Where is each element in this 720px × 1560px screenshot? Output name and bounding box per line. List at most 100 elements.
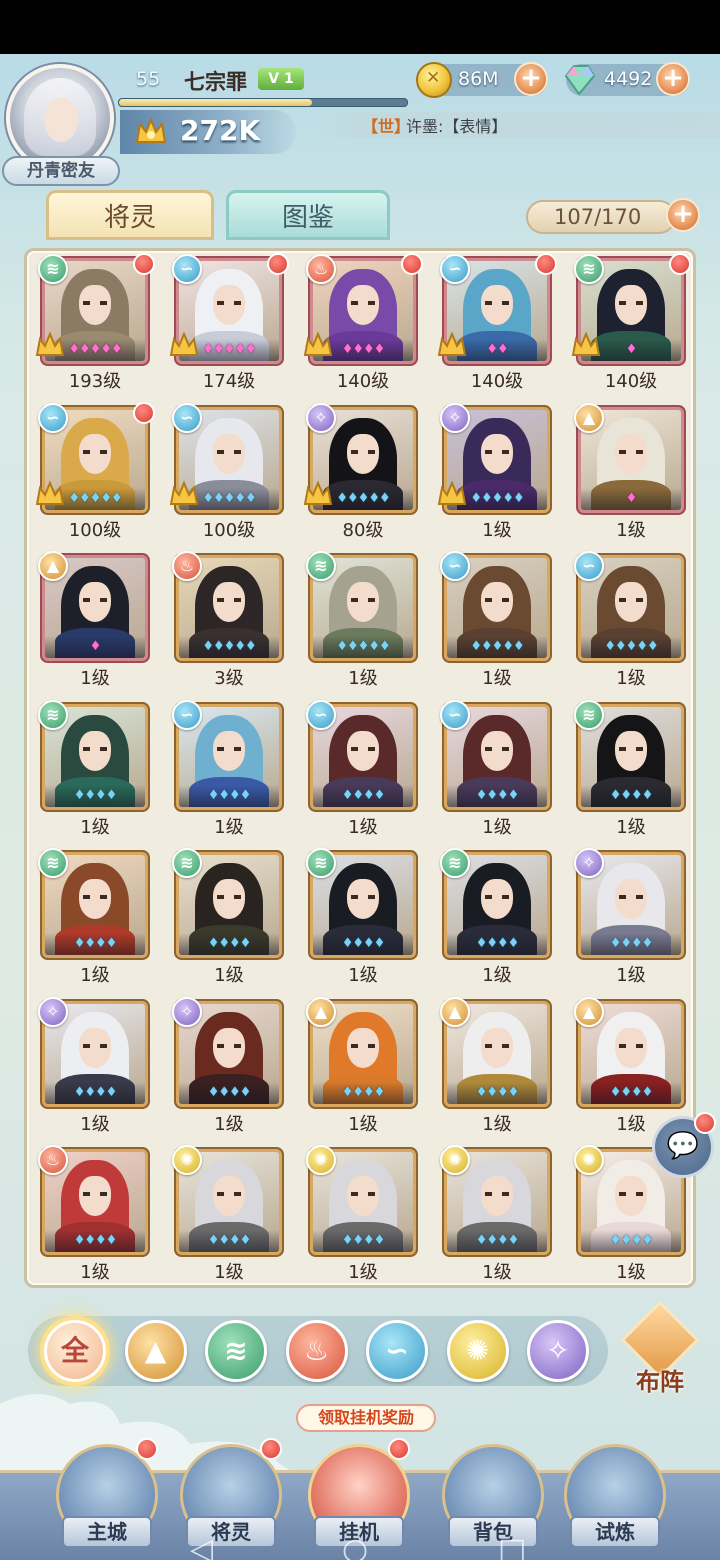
wind-element-icon: ≋: [574, 699, 604, 730]
hero-level: 1级: [482, 1262, 512, 1283]
hero-card[interactable]: ♦♦♦♦♦ ∽ 1级: [574, 551, 683, 694]
hero-card[interactable]: ♦♦♦♦ ≋ 1级: [172, 848, 281, 991]
hero-card[interactable]: ♦♦♦♦♦ ✧ 1级: [437, 402, 549, 546]
hero-card[interactable]: ♦♦♦♦ ♨ 140级: [303, 253, 423, 397]
add-gem-button[interactable]: +: [656, 62, 690, 96]
filter-mountain-button[interactable]: ▲: [124, 1320, 187, 1382]
hero-card[interactable]: ♦♦♦♦ ≋ 1级: [306, 848, 415, 991]
hero-card[interactable]: ♦♦♦♦♦ ∽ 100级: [35, 401, 155, 546]
notification-dot: [136, 1438, 158, 1460]
notification-dot: [133, 401, 155, 424]
filter-all-button[interactable]: 全: [44, 1320, 106, 1382]
hero-level: 1级: [616, 519, 646, 541]
hero-card[interactable]: ♦♦♦♦♦ ♨ 3级: [172, 551, 281, 694]
filter-water-button[interactable]: ∽: [366, 1320, 428, 1382]
hero-card[interactable]: ♦♦♦♦ ∽ 1级: [172, 699, 281, 843]
tab-codex[interactable]: 图鉴: [226, 190, 390, 240]
gem-icon: [564, 65, 596, 96]
filter-dark-button[interactable]: ✧: [527, 1320, 589, 1382]
notification-dot: [669, 253, 691, 275]
nav-city[interactable]: 主城: [52, 1434, 162, 1560]
hero-card[interactable]: ♦♦♦♦ ≋ 1级: [38, 699, 147, 843]
filter-wind-button[interactable]: ≋: [205, 1320, 267, 1382]
hero-card[interactable]: ♦♦♦♦ ✧ 1级: [574, 848, 683, 991]
awakening-crown-icon: [35, 479, 65, 505]
hero-card[interactable]: ♦♦♦♦ ▲ 1级: [440, 996, 549, 1140]
hero-card[interactable]: ♦♦♦♦ ✧ 1级: [38, 996, 147, 1140]
hero-card[interactable]: ♦♦♦♦ ✺ 1级: [172, 1145, 281, 1288]
hero-card[interactable]: ♦♦♦♦ ≋ 1级: [574, 699, 683, 843]
world-chat-ticker[interactable]: 【世】 许墨:【表情】: [318, 112, 720, 138]
nav-bag[interactable]: 背包: [438, 1434, 548, 1560]
formation-label: 布阵: [636, 1368, 684, 1396]
hero-level: 80级: [342, 519, 384, 541]
hero-card[interactable]: ♦ ≋ 140级: [571, 253, 691, 397]
hero-card[interactable]: ♦♦♦♦ ✺ 1级: [306, 1145, 415, 1288]
awakening-crown-icon: [169, 331, 199, 356]
hero-card[interactable]: ♦♦ ∽ 140级: [437, 253, 557, 397]
awakening-crown-icon: [571, 331, 601, 356]
hero-card[interactable]: ♦♦♦♦♦ ∽ 174级: [169, 253, 289, 397]
formation-button[interactable]: 布阵: [618, 1300, 702, 1400]
hero-card[interactable]: ♦ ▲ 1级: [574, 402, 683, 546]
hero-level: 140级: [470, 371, 524, 392]
hero-star-rank: ♦♦♦♦: [207, 1233, 252, 1248]
hero-level: 1级: [80, 816, 110, 838]
hero-card[interactable]: ♦♦♦♦ ✺ 1级: [440, 1145, 549, 1288]
hero-card[interactable]: ♦♦♦♦♦ ∽ 1级: [440, 551, 549, 694]
hero-level: 1级: [348, 1262, 378, 1283]
hero-card[interactable]: ♦♦♦♦♦ ✧ 80级: [303, 402, 415, 546]
filter-light-button[interactable]: ✺: [446, 1320, 509, 1382]
hero-card[interactable]: ♦♦♦♦ ∽ 1级: [306, 699, 415, 843]
hero-card[interactable]: ♦♦♦♦ ✧ 1级: [172, 996, 281, 1140]
hero-card[interactable]: ♦♦♦♦♦ ≋ 1级: [306, 551, 415, 694]
system-home-icon[interactable]: ○: [342, 1532, 368, 1560]
filter-fire-button[interactable]: ♨: [285, 1320, 348, 1382]
water-element-icon: ∽: [440, 254, 470, 284]
exp-bar: [118, 98, 408, 107]
player-avatar[interactable]: 丹青密友: [2, 64, 120, 186]
gold-value: 86M: [458, 68, 499, 90]
awakening-crown-icon: [169, 479, 199, 505]
hero-star-rank: ♦: [89, 639, 102, 654]
hero-level: 3级: [214, 668, 244, 689]
hero-card[interactable]: ♦ ▲ 1级: [38, 551, 147, 694]
light-element-icon: ✺: [440, 1145, 470, 1175]
hero-level: 100级: [202, 519, 256, 541]
mountain-element-icon: ▲: [440, 996, 470, 1027]
hero-card[interactable]: ♦♦♦♦♦ ∽ 100级: [169, 402, 281, 546]
hero-card[interactable]: ♦♦♦♦♦ ≋ 193级: [35, 253, 155, 397]
nav-trial[interactable]: 试炼: [560, 1434, 670, 1560]
mountain-element-icon: ▲: [144, 1334, 167, 1367]
hero-card[interactable]: ♦♦♦♦ ▲ 1级: [306, 996, 415, 1140]
hero-roster-screen: 丹青密友 55 七宗罪 V 1 272K 86M + 4492 + 【世】 许墨…: [0, 54, 720, 1560]
wind-element-icon: ≋: [224, 1334, 248, 1367]
hero-card[interactable]: ♦♦♦♦ ♨ 1级: [38, 1145, 147, 1288]
water-element-icon: ∽: [172, 402, 202, 433]
hero-star-rank: ♦♦♦♦: [475, 1084, 520, 1100]
tab-heroes[interactable]: 将灵: [46, 190, 214, 240]
add-gold-button[interactable]: +: [514, 62, 548, 96]
hero-level: 1级: [80, 965, 110, 986]
nav-label: 试炼: [570, 1516, 660, 1548]
hero-card[interactable]: ♦♦♦♦ ≋ 1级: [440, 848, 549, 991]
hero-level: 1级: [482, 519, 512, 541]
water-element-icon: ∽: [440, 551, 470, 581]
system-back-icon[interactable]: ◁: [190, 1532, 213, 1560]
hero-level: 1级: [348, 668, 378, 689]
system-recents-icon[interactable]: □: [498, 1532, 526, 1560]
hero-star-rank: ♦♦♦♦: [475, 787, 520, 803]
notification-dot: [401, 253, 423, 275]
notification-dot: [260, 1438, 282, 1460]
dark-element-icon: ✧: [546, 1334, 570, 1367]
mountain-element-icon: ▲: [574, 996, 604, 1027]
hero-card[interactable]: ♦♦♦♦ ≋ 1级: [38, 848, 147, 991]
fire-element-icon: ♨: [172, 551, 202, 581]
hero-star-rank: ♦♦♦♦♦: [604, 639, 658, 654]
idle-reward-tip[interactable]: 领取挂机奖励: [296, 1404, 436, 1432]
hero-level: 1级: [616, 668, 646, 689]
hero-level: 100级: [68, 519, 122, 541]
vip-badge[interactable]: V 1: [258, 68, 304, 90]
expand-roster-button[interactable]: +: [666, 198, 700, 232]
hero-card[interactable]: ♦♦♦♦ ∽ 1级: [440, 699, 549, 843]
